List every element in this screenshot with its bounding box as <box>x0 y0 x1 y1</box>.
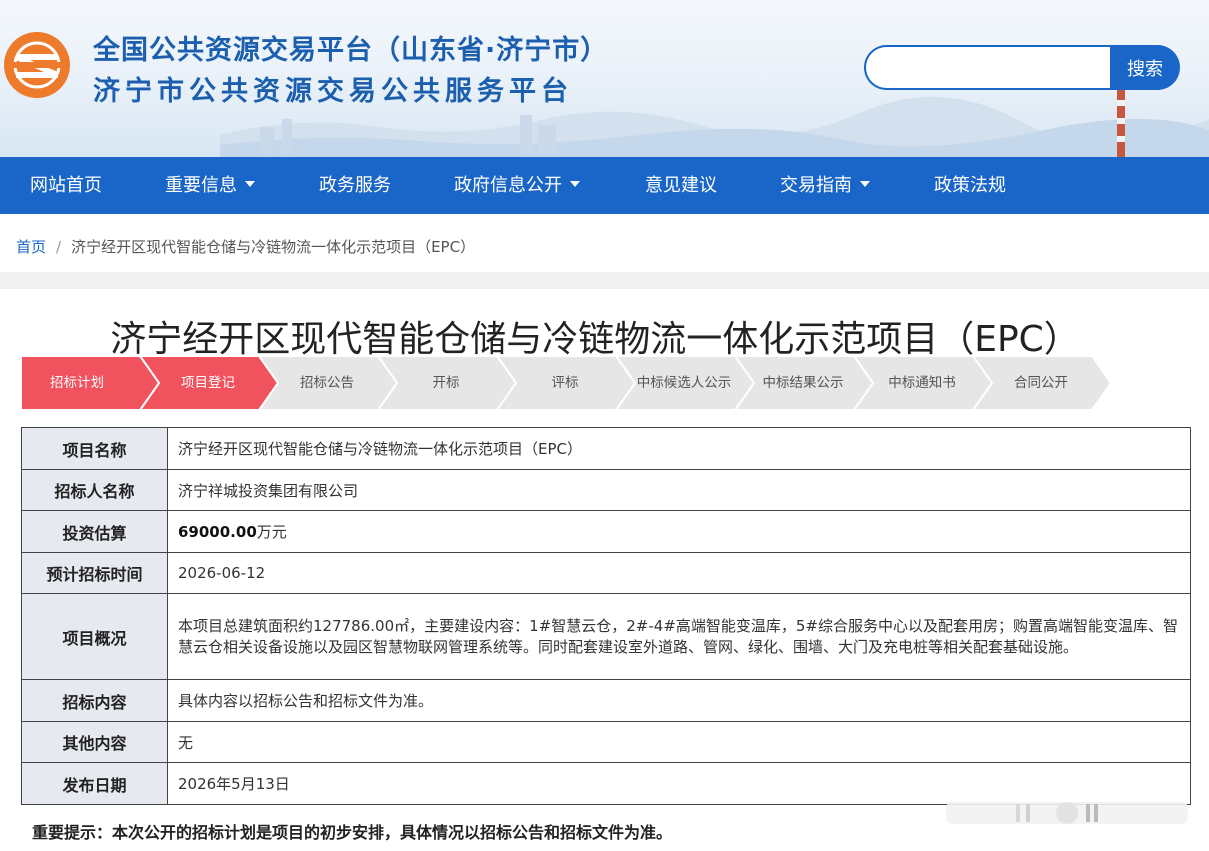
nav-item-label: 政务服务 <box>319 175 391 196</box>
caret-down-icon <box>860 181 870 187</box>
nav-item-label: 重要信息 <box>165 175 237 196</box>
step-tender-announcement[interactable]: 招标公告 <box>259 356 397 410</box>
step-label: 项目登记 <box>181 375 235 391</box>
investment-unit: 万元 <box>256 523 287 541</box>
watermark-decoration <box>946 802 1188 824</box>
platform-title-primary: 全国公共资源交易平台（山东省·济宁市） <box>93 35 609 66</box>
caret-down-icon <box>570 181 580 187</box>
tender-content-value: 具体内容以招标公告和招标文件为准。 <box>167 679 1191 722</box>
other-content-value: 无 <box>167 721 1191 763</box>
publish-date-label: 发布日期 <box>21 762 168 805</box>
nav-item-label: 意见建议 <box>645 175 717 196</box>
step-label: 开标 <box>432 375 460 391</box>
nav-item-important-info[interactable]: 重要信息 <box>165 157 255 214</box>
investment-amount: 69000.00 <box>178 523 257 541</box>
section-divider <box>0 272 1209 289</box>
step-contract-disclosure[interactable]: 合同公开 <box>973 356 1111 410</box>
breadcrumb-home-link[interactable]: 首页 <box>16 238 46 256</box>
nav-item-trade-guide[interactable]: 交易指南 <box>780 157 870 214</box>
platform-title-secondary: 济宁市公共资源交易公共服务平台 <box>93 76 573 107</box>
breadcrumb-separator: / <box>56 238 62 256</box>
tower-decoration <box>1117 90 1125 157</box>
nav-item-government-services[interactable]: 政务服务 <box>319 157 391 214</box>
step-label: 评标 <box>551 375 579 391</box>
step-candidate-publicity[interactable]: 中标候选人公示 <box>616 356 754 410</box>
caret-down-icon <box>245 181 255 187</box>
step-label: 中标结果公示 <box>762 375 844 391</box>
overview-label: 项目概况 <box>21 593 168 680</box>
table-row: 招标人名称 济宁祥城投资集团有限公司 <box>21 469 1191 511</box>
table-row: 招标内容 具体内容以招标公告和招标文件为准。 <box>21 679 1191 722</box>
nav-item-government-info[interactable]: 政府信息公开 <box>454 157 580 214</box>
step-award-notice[interactable]: 中标通知书 <box>854 356 992 410</box>
nav-item-label: 政府信息公开 <box>454 175 562 196</box>
overview-value: 本项目总建筑面积约127786.00㎡，主要建设内容：1#智慧云仓，2#-4#高… <box>167 593 1191 680</box>
step-bid-opening[interactable]: 开标 <box>378 356 516 410</box>
table-row: 预计招标时间 2026-06-12 <box>21 552 1191 594</box>
investment-value: 69000.00万元 <box>167 510 1191 553</box>
investment-label: 投资估算 <box>21 510 168 553</box>
step-label: 中标候选人公示 <box>636 375 732 391</box>
main-nav: 网站首页 重要信息 政务服务 政府信息公开 意见建议 交易指南 政策法规 <box>0 157 1209 214</box>
nav-item-label: 政策法规 <box>934 175 1006 196</box>
search-button[interactable]: 搜索 <box>1110 45 1180 90</box>
step-tender-plan[interactable]: 招标计划 <box>21 356 159 410</box>
planned-time-label: 预计招标时间 <box>21 552 168 594</box>
nav-item-label: 网站首页 <box>30 175 102 196</box>
nav-item-label: 交易指南 <box>780 175 852 196</box>
step-label: 招标公告 <box>300 375 354 391</box>
table-row: 其他内容 无 <box>21 721 1191 763</box>
step-label: 合同公开 <box>1014 375 1068 391</box>
nav-item-home[interactable]: 网站首页 <box>30 157 102 214</box>
tenderer-value: 济宁祥城投资集团有限公司 <box>167 469 1191 511</box>
page-title: 济宁经开区现代智能仓储与冷链物流一体化示范项目（EPC） <box>110 319 1080 360</box>
table-row: 项目概况 本项目总建筑面积约127786.00㎡，主要建设内容：1#智慧云仓，2… <box>21 593 1191 680</box>
table-row: 项目名称 济宁经开区现代智能仓储与冷链物流一体化示范项目（EPC） <box>21 427 1191 470</box>
breadcrumb-current: 济宁经开区现代智能仓储与冷链物流一体化示范项目（EPC） <box>71 238 476 256</box>
project-name-label: 项目名称 <box>21 427 168 470</box>
step-label: 中标通知书 <box>888 375 956 391</box>
breadcrumb: 首页 / 济宁经开区现代智能仓储与冷链物流一体化示范项目（EPC） <box>16 236 475 257</box>
other-content-label: 其他内容 <box>21 721 168 763</box>
search-box: 搜索 <box>864 45 1180 90</box>
step-project-registration[interactable]: 项目登记 <box>140 356 278 410</box>
process-steps: 招标计划 项目登记 招标公告 开标 评标 中标候选人公示 中标结果公示 中标通知书 合同公开 <box>21 356 1111 410</box>
project-info-table: 项目名称 济宁经开区现代智能仓储与冷链物流一体化示范项目（EPC） 招标人名称 … <box>21 427 1191 805</box>
project-name-value: 济宁经开区现代智能仓储与冷链物流一体化示范项目（EPC） <box>167 427 1191 470</box>
table-row: 投资估算 69000.00万元 <box>21 510 1191 553</box>
tender-content-label: 招标内容 <box>21 679 168 722</box>
search-input[interactable] <box>864 45 1126 90</box>
site-header: 全国公共资源交易平台（山东省·济宁市） 济宁市公共资源交易公共服务平台 搜索 <box>0 0 1209 157</box>
tenderer-label: 招标人名称 <box>21 469 168 511</box>
nav-item-suggestions[interactable]: 意见建议 <box>645 157 717 214</box>
step-result-publicity[interactable]: 中标结果公示 <box>735 356 873 410</box>
step-label: 招标计划 <box>50 375 104 391</box>
important-notice: 重要提示：本次公开的招标计划是项目的初步安排，具体情况以招标公告和招标文件为准。 <box>32 823 673 842</box>
step-bid-evaluation[interactable]: 评标 <box>497 356 635 410</box>
planned-time-value: 2026-06-12 <box>167 552 1191 594</box>
nav-item-policies[interactable]: 政策法规 <box>934 157 1006 214</box>
platform-logo <box>4 32 70 98</box>
